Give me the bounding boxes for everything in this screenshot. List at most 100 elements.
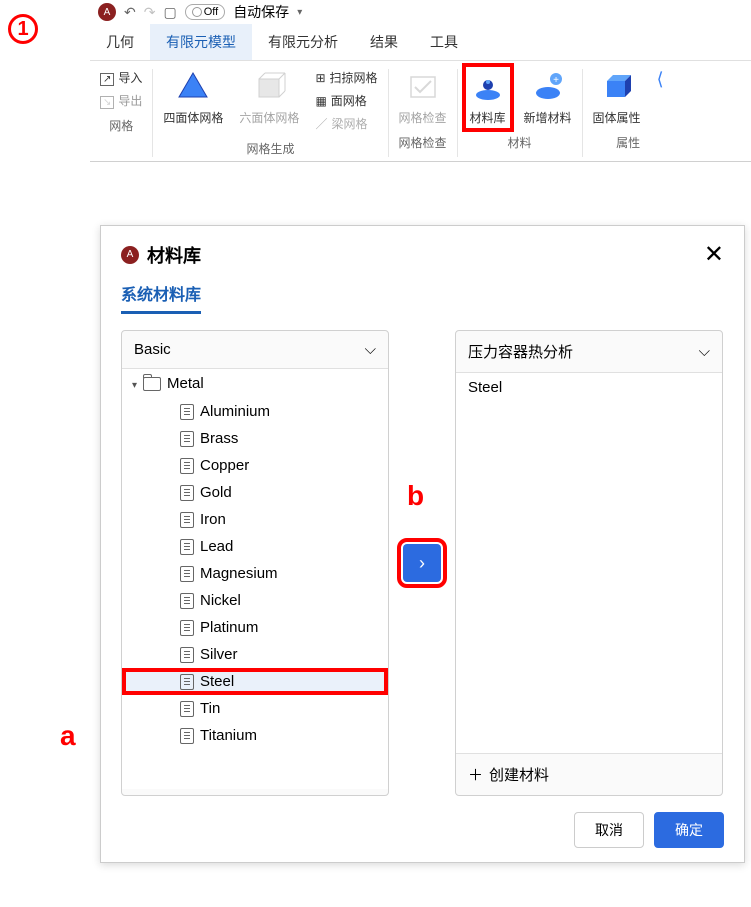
- mesh-check-icon: [405, 69, 441, 105]
- sweep-icon: ⊞: [315, 71, 325, 85]
- tree-item[interactable]: Brass: [122, 425, 388, 452]
- tree-item[interactable]: Platinum: [122, 614, 388, 641]
- menu-geometry[interactable]: 几何: [90, 24, 150, 60]
- tree-root-metal[interactable]: Metal: [122, 369, 388, 398]
- hexa-mesh-icon: [251, 69, 287, 105]
- more-icon[interactable]: ⟨: [657, 69, 664, 90]
- document-icon: [180, 566, 194, 582]
- create-material-button[interactable]: ＋ 创建材料: [456, 753, 722, 795]
- document-icon: [180, 404, 194, 420]
- new-material-button[interactable]: + 新增材料: [524, 69, 572, 126]
- tree-item[interactable]: Silver: [122, 641, 388, 668]
- ribbon-group-material: 材料库 + 新增材料 材料: [458, 69, 583, 157]
- category-dropdown[interactable]: Basic: [122, 331, 388, 369]
- chevron-right-icon: [419, 553, 425, 574]
- menu-fem-analysis[interactable]: 有限元分析: [252, 24, 354, 60]
- export-icon: [100, 94, 114, 108]
- folder-icon: [143, 377, 161, 391]
- chevron-down-icon: [365, 341, 376, 358]
- menu-results[interactable]: 结果: [354, 24, 414, 60]
- save-icon[interactable]: ▢: [163, 4, 176, 21]
- tree-item[interactable]: Copper: [122, 452, 388, 479]
- new-material-icon: +: [530, 69, 566, 105]
- menu-tools[interactable]: 工具: [414, 24, 474, 60]
- ribbon-group-label: 网格检查: [399, 134, 447, 151]
- export-button[interactable]: 导出: [100, 92, 142, 109]
- surface-icon: ▦: [315, 94, 326, 108]
- ribbon-group-property: 固体属性 ⟨ 属性: [583, 69, 674, 157]
- solid-property-icon: [599, 69, 635, 105]
- tree-item[interactable]: Tin: [122, 695, 388, 722]
- beam-mesh-button: ／梁网格: [315, 115, 377, 132]
- tree-item[interactable]: Iron: [122, 506, 388, 533]
- undo-icon[interactable]: ↶: [124, 4, 136, 21]
- tree-item[interactable]: Magnesium: [122, 560, 388, 587]
- transfer-column: [397, 330, 447, 796]
- target-panel: 压力容器热分析 Steel ＋ 创建材料: [455, 330, 723, 796]
- cancel-button[interactable]: 取消: [574, 812, 644, 848]
- menu-bar: 几何 有限元模型 有限元分析 结果 工具: [90, 24, 751, 61]
- tetra-mesh-icon: [175, 69, 211, 105]
- ribbon-group-label: 网格生成: [246, 140, 294, 157]
- material-library-icon: [470, 69, 506, 105]
- ribbon: 导入 导出 网格 四面体网格 六面体网格 ⊞扫掠网格 ▦面网格 ／梁网格 网格生…: [90, 61, 751, 162]
- dialog-title: 材料库: [147, 242, 201, 268]
- quick-access-toolbar: A ↶ ↷ ▢ Off 自动保存 ▾: [90, 0, 751, 24]
- document-icon: [180, 485, 194, 501]
- tree-item[interactable]: Aluminium: [122, 398, 388, 425]
- import-icon: [100, 71, 114, 85]
- import-button[interactable]: 导入: [100, 69, 142, 86]
- menu-fem-model[interactable]: 有限元模型: [150, 24, 252, 60]
- document-icon: [180, 593, 194, 609]
- sweep-mesh-button[interactable]: ⊞扫掠网格: [315, 69, 377, 86]
- document-icon: [180, 458, 194, 474]
- material-library-button[interactable]: 材料库: [464, 65, 512, 130]
- annotation-a: a: [60, 720, 76, 752]
- annotation-b: b: [407, 480, 424, 512]
- dropdown-icon[interactable]: ▾: [297, 7, 302, 18]
- dialog-app-icon: A: [121, 246, 139, 264]
- ribbon-group-meshgen: 四面体网格 六面体网格 ⊞扫掠网格 ▦面网格 ／梁网格 网格生成: [153, 69, 388, 157]
- document-icon: [180, 539, 194, 555]
- ribbon-group-label: 属性: [616, 134, 640, 151]
- surface-mesh-button[interactable]: ▦面网格: [315, 92, 377, 109]
- autosave-label: 自动保存: [233, 2, 289, 22]
- document-icon: [180, 674, 194, 690]
- tab-system-library[interactable]: 系统材料库: [121, 281, 201, 314]
- tree-item[interactable]: Nickel: [122, 587, 388, 614]
- document-icon: [180, 701, 194, 717]
- tetra-mesh-button[interactable]: 四面体网格: [163, 69, 223, 132]
- ok-button[interactable]: 确定: [654, 812, 724, 848]
- target-list-item[interactable]: Steel: [456, 373, 722, 402]
- beam-icon: ／: [315, 115, 327, 132]
- expand-icon: [132, 375, 137, 392]
- ribbon-group-meshcheck: 网格检查 网格检查: [389, 69, 458, 157]
- svg-text:+: +: [553, 75, 559, 86]
- document-icon: [180, 512, 194, 528]
- material-tree: Metal Aluminium Brass Copper Gold Iron L…: [122, 369, 388, 749]
- document-icon: [180, 431, 194, 447]
- document-icon: [180, 728, 194, 744]
- tree-item[interactable]: Lead: [122, 533, 388, 560]
- ribbon-group-label: 材料: [508, 134, 532, 151]
- solid-property-button[interactable]: 固体属性: [593, 69, 641, 126]
- ribbon-group-label: 网格: [109, 117, 133, 134]
- source-panel: Basic Metal Aluminium Brass Copper Gold …: [121, 330, 389, 796]
- mesh-check-button: 网格检查: [399, 69, 447, 126]
- material-library-dialog: A 材料库 ✕ 系统材料库 Basic Metal Aluminium: [100, 225, 745, 863]
- toggle-switch[interactable]: Off: [185, 4, 225, 20]
- transfer-button[interactable]: [403, 544, 441, 582]
- annotation-step-1: 1: [8, 14, 38, 44]
- close-icon[interactable]: ✕: [704, 240, 724, 269]
- tree-item-steel[interactable]: Steel: [122, 668, 388, 695]
- hexa-mesh-button: 六面体网格: [239, 69, 299, 132]
- tree-item[interactable]: Gold: [122, 479, 388, 506]
- chevron-down-icon: [699, 343, 710, 360]
- tree-item[interactable]: Titanium: [122, 722, 388, 749]
- plus-icon: ＋: [468, 764, 483, 785]
- analysis-dropdown[interactable]: 压力容器热分析: [456, 331, 722, 373]
- document-icon: [180, 620, 194, 636]
- redo-icon[interactable]: ↷: [144, 4, 156, 21]
- ribbon-group-mesh: 导入 导出 网格: [90, 69, 153, 157]
- app-icon: A: [98, 3, 116, 21]
